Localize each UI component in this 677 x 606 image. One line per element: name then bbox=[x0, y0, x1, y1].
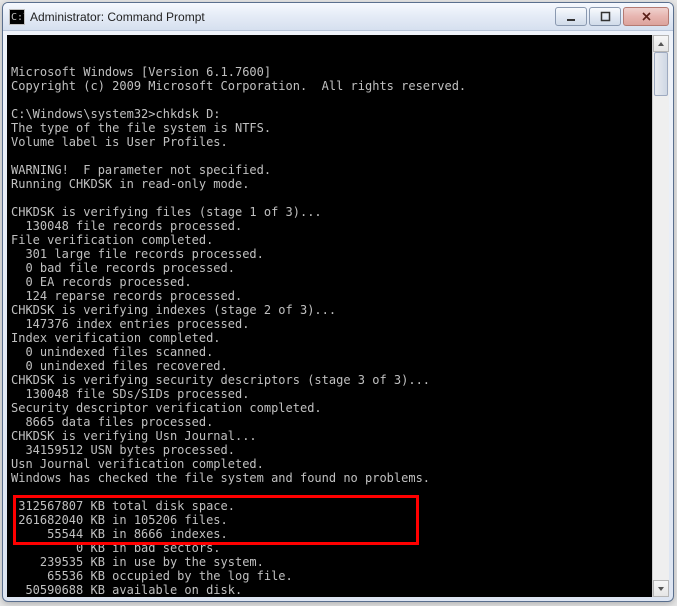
scrollbar-thumb[interactable] bbox=[654, 52, 668, 96]
scrollbar-track[interactable] bbox=[653, 52, 669, 580]
client-area: Microsoft Windows [Version 6.1.7600] Cop… bbox=[7, 35, 669, 597]
window-title: Administrator: Command Prompt bbox=[30, 10, 205, 24]
scroll-up-button[interactable] bbox=[653, 35, 669, 52]
scroll-down-button[interactable] bbox=[653, 580, 669, 597]
console-output[interactable]: Microsoft Windows [Version 6.1.7600] Cop… bbox=[7, 35, 652, 597]
window-frame: C:\ Administrator: Command Prompt Micros… bbox=[2, 2, 674, 602]
svg-text:C:\: C:\ bbox=[11, 12, 25, 23]
close-button[interactable] bbox=[623, 7, 669, 26]
maximize-button[interactable] bbox=[589, 7, 621, 26]
console-text: Microsoft Windows [Version 6.1.7600] Cop… bbox=[11, 65, 648, 597]
vertical-scrollbar[interactable] bbox=[652, 35, 669, 597]
cmd-icon: C:\ bbox=[9, 9, 25, 25]
minimize-button[interactable] bbox=[555, 7, 587, 26]
titlebar[interactable]: C:\ Administrator: Command Prompt bbox=[3, 3, 673, 31]
